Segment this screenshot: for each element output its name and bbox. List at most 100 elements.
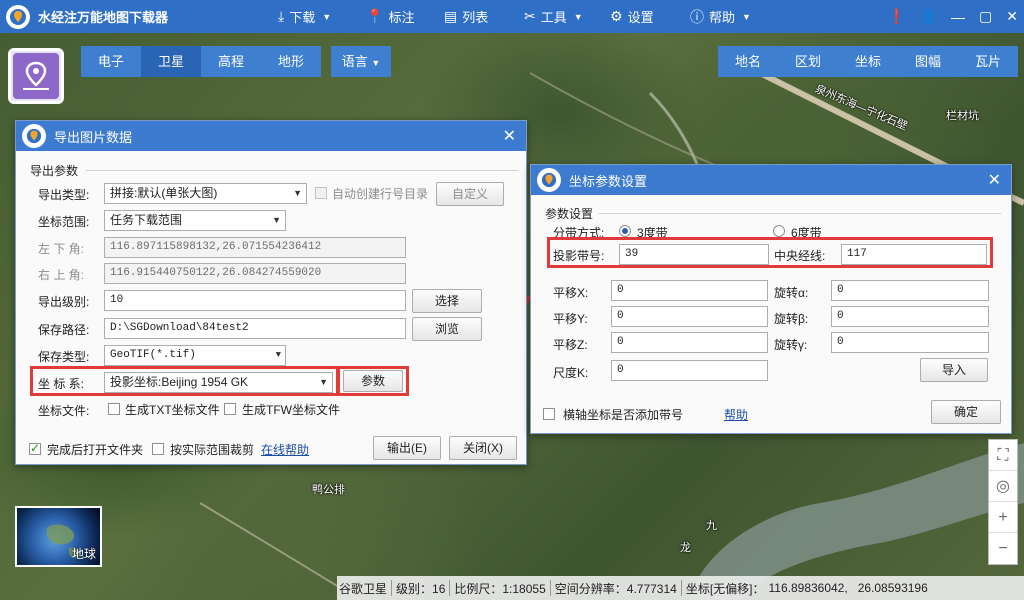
list-icon: ▤ <box>444 8 458 24</box>
central-meridian-field[interactable]: 117 <box>841 244 987 265</box>
map-side-tools: ⛶ ◎ + − <box>988 439 1018 565</box>
gen-tfw-checkbox[interactable] <box>224 403 236 415</box>
select-level-button[interactable]: 选择 <box>412 289 482 313</box>
zone-6-radio[interactable] <box>773 225 785 237</box>
shift-x-label: 平移X: <box>553 286 589 300</box>
menu-help[interactable]: ⓘ 帮助 ▼ <box>690 0 751 33</box>
status-latitude: 26.08593196 <box>857 581 928 595</box>
crs-params-dialog: 坐标参数设置 ✕ 参数设置 分带方式: 3度带 6度带 投影带号: 39 中央经… <box>530 164 1012 434</box>
level-field[interactable]: 10 <box>104 290 406 311</box>
import-button[interactable]: 导入 <box>920 358 988 382</box>
top-right-label: 右 上 角: <box>38 268 85 282</box>
select-value: GeoTIF(*.tif) <box>110 349 196 361</box>
app-title: 水经注万能地图下载器 <box>38 10 169 25</box>
close-button[interactable]: 关闭(X) <box>449 436 517 460</box>
status-bar: 谷歌卫星 级别：16 比例尺：1:18055 空间分辨率：4.777314 坐标… <box>337 576 1024 600</box>
rotate-gamma-field[interactable]: 0 <box>831 332 989 353</box>
menu-settings[interactable]: ⚙ 设置 <box>610 0 654 33</box>
divider <box>680 580 682 596</box>
rotate-beta-label: 旋转β: <box>774 312 809 326</box>
fullscreen-icon[interactable]: ⛶ <box>989 440 1017 471</box>
tab-tiles[interactable]: 瓦片 <box>958 46 1018 77</box>
status-coord-label: 坐标[无偏移]： <box>685 581 765 596</box>
save-type-select[interactable]: GeoTIF(*.tif) ▼ <box>104 345 286 366</box>
auto-create-checkbox[interactable] <box>315 187 327 199</box>
app-icon[interactable] <box>8 48 64 104</box>
zone-3-radio[interactable] <box>619 225 631 237</box>
tab-satellite[interactable]: 卫星 <box>141 46 201 77</box>
save-path-field[interactable]: D:\SGDownload\84test2 <box>104 318 406 339</box>
language-dropdown[interactable]: 语言 ▼ <box>331 46 391 77</box>
gen-tfw-label: 生成TFW坐标文件 <box>242 403 340 417</box>
select-value: 任务下载范围 <box>110 213 183 227</box>
rotate-alpha-field[interactable]: 0 <box>831 280 989 301</box>
group-title: 导出参数 <box>30 164 79 178</box>
chevron-down-icon: ▼ <box>322 11 332 22</box>
help-link[interactable]: 帮助 <box>724 406 748 423</box>
rotate-gamma-label: 旋转γ: <box>774 338 808 352</box>
export-type-label: 导出类型: <box>38 188 90 202</box>
menu-label: 工具 <box>540 10 567 25</box>
tab-electronic[interactable]: 电子 <box>81 46 141 77</box>
tab-terrain[interactable]: 地形 <box>261 46 321 77</box>
tab-sheets[interactable]: 图幅 <box>898 46 958 77</box>
crop-checkbox[interactable] <box>152 443 164 455</box>
minimize-icon[interactable]: — <box>951 9 965 25</box>
status-source: 谷歌卫星 <box>339 581 388 596</box>
locate-icon[interactable]: ◎ <box>989 471 1017 502</box>
tab-elevation[interactable]: 高程 <box>201 46 261 77</box>
rotate-beta-field[interactable]: 0 <box>831 306 989 327</box>
chevron-down-icon: ▼ <box>275 350 281 360</box>
river-label: 龙 <box>680 542 691 554</box>
status-level: 级别：16 <box>396 581 446 596</box>
close-icon[interactable]: ✕ <box>503 126 516 146</box>
divider <box>599 213 1001 214</box>
shift-z-label: 平移Z: <box>553 338 588 352</box>
bottom-left-field[interactable]: 116.897115898132,26.071554236412 <box>104 237 406 258</box>
gen-txt-label: 生成TXT坐标文件 <box>125 403 220 417</box>
divider <box>391 580 393 596</box>
map-pin-icon <box>13 53 59 99</box>
maximize-icon[interactable]: ▢ <box>979 8 992 25</box>
tab-coordinates[interactable]: 坐标 <box>838 46 898 77</box>
export-type-select[interactable]: 拼接:默认(单张大图) ▼ <box>104 183 307 204</box>
location-pin-icon: 📍 <box>366 8 384 24</box>
custom-button[interactable]: 自定义 <box>436 182 504 206</box>
zoom-in-icon[interactable]: + <box>989 502 1017 533</box>
shift-x-field[interactable]: 0 <box>611 280 768 301</box>
menu-label: 帮助 <box>709 10 736 25</box>
online-help-link[interactable]: 在线帮助 <box>261 441 309 458</box>
menu-tools[interactable]: ✂ 工具 ▼ <box>524 0 583 33</box>
save-path-label: 保存路径: <box>38 323 90 337</box>
menu-annotate[interactable]: 📍 标注 <box>366 0 414 33</box>
export-button[interactable]: 输出(E) <box>373 436 441 460</box>
top-right-field[interactable]: 116.915440750122,26.084274559020 <box>104 263 406 284</box>
tab-placenames[interactable]: 地名 <box>718 46 778 77</box>
close-icon[interactable]: ✕ <box>1006 8 1018 25</box>
crs-select[interactable]: 投影坐标:Beijing 1954 GK ▼ <box>104 372 333 393</box>
add-zone-checkbox[interactable] <box>543 408 555 420</box>
browse-button[interactable]: 浏览 <box>412 317 482 341</box>
gen-txt-checkbox[interactable] <box>108 403 120 415</box>
shift-z-field[interactable]: 0 <box>611 332 768 353</box>
zoom-out-icon[interactable]: − <box>989 533 1017 564</box>
user-icon[interactable]: 👤 <box>920 8 937 25</box>
tab-divisions[interactable]: 区划 <box>778 46 838 77</box>
globe-view-button[interactable]: 地球 <box>15 506 102 567</box>
shift-y-field[interactable]: 0 <box>611 306 768 327</box>
download-icon: ⤓ <box>278 8 285 24</box>
range-select[interactable]: 任务下载范围 ▼ <box>104 210 286 231</box>
menu-label: 标注 <box>388 10 415 25</box>
params-button[interactable]: 参数 <box>343 370 403 392</box>
app-logo-icon <box>6 4 30 29</box>
scale-field[interactable]: 0 <box>611 360 768 381</box>
close-icon[interactable]: ✕ <box>988 170 1001 190</box>
group-title: 参数设置 <box>545 207 594 221</box>
ok-button[interactable]: 确定 <box>931 400 1001 424</box>
menu-list[interactable]: ▤ 列表 <box>444 0 488 33</box>
river-label: 九 <box>706 520 717 532</box>
open-folder-checkbox[interactable] <box>29 441 41 455</box>
zone-no-field[interactable]: 39 <box>619 244 769 265</box>
notification-icon[interactable]: ❗ <box>888 8 905 25</box>
menu-download[interactable]: ⤓ 下载 ▼ <box>278 0 331 33</box>
